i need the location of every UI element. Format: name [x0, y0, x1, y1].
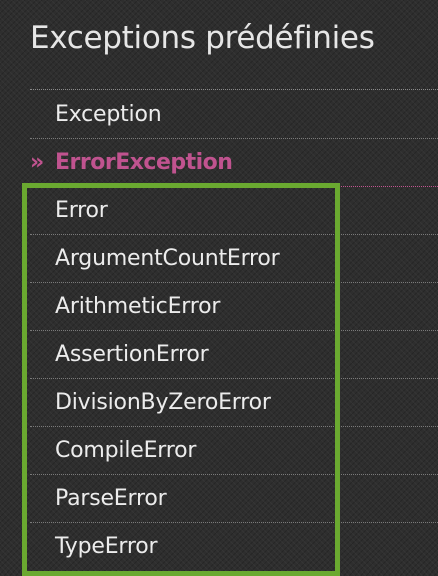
sub-link-parseerror[interactable]: ParseError: [55, 475, 167, 523]
sub-link-typeerror[interactable]: TypeError: [55, 523, 158, 571]
sub-link-divisionbyzeroerror[interactable]: DivisionByZeroError: [55, 379, 271, 427]
sub-item-compileerror: CompileError: [30, 427, 438, 475]
current-page-marker-icon: »: [30, 150, 45, 175]
sub-link-assertionerror[interactable]: AssertionError: [55, 331, 209, 379]
sub-item-divisionbyzeroerror: DivisionByZeroError: [30, 379, 438, 427]
sub-link-error[interactable]: Error: [55, 187, 108, 235]
sub-item-assertionerror: AssertionError: [30, 331, 438, 379]
nav-item-exception: Exception: [30, 91, 438, 139]
sub-item-argumentcounterror: ArgumentCountError: [30, 235, 438, 283]
sub-link-arithmeticerror[interactable]: ArithmeticError: [55, 283, 220, 331]
panel-title: Exceptions prédéfinies: [30, 20, 375, 56]
sub-item-arithmeticerror: ArithmeticError: [30, 283, 438, 331]
nav-list: Exception » ErrorException Error Argumen…: [0, 91, 438, 571]
nav-item-errorexception: » ErrorException: [30, 139, 438, 187]
title-divider: [30, 89, 438, 90]
sub-item-parseerror: ParseError: [30, 475, 438, 523]
sub-list-container: Error ArgumentCountError ArithmeticError…: [0, 187, 438, 571]
sub-item-typeerror: TypeError: [30, 523, 438, 571]
sidebar-panel: Exceptions prédéfinies Exception » Error…: [0, 0, 438, 576]
sub-link-compileerror[interactable]: CompileError: [55, 427, 196, 475]
sub-link-argumentcounterror[interactable]: ArgumentCountError: [55, 235, 280, 283]
nav-link-errorexception[interactable]: ErrorException: [55, 139, 233, 187]
sub-item-error: Error: [30, 187, 438, 235]
nav-link-exception[interactable]: Exception: [55, 91, 162, 139]
sub-list: Error ArgumentCountError ArithmeticError…: [0, 187, 438, 571]
